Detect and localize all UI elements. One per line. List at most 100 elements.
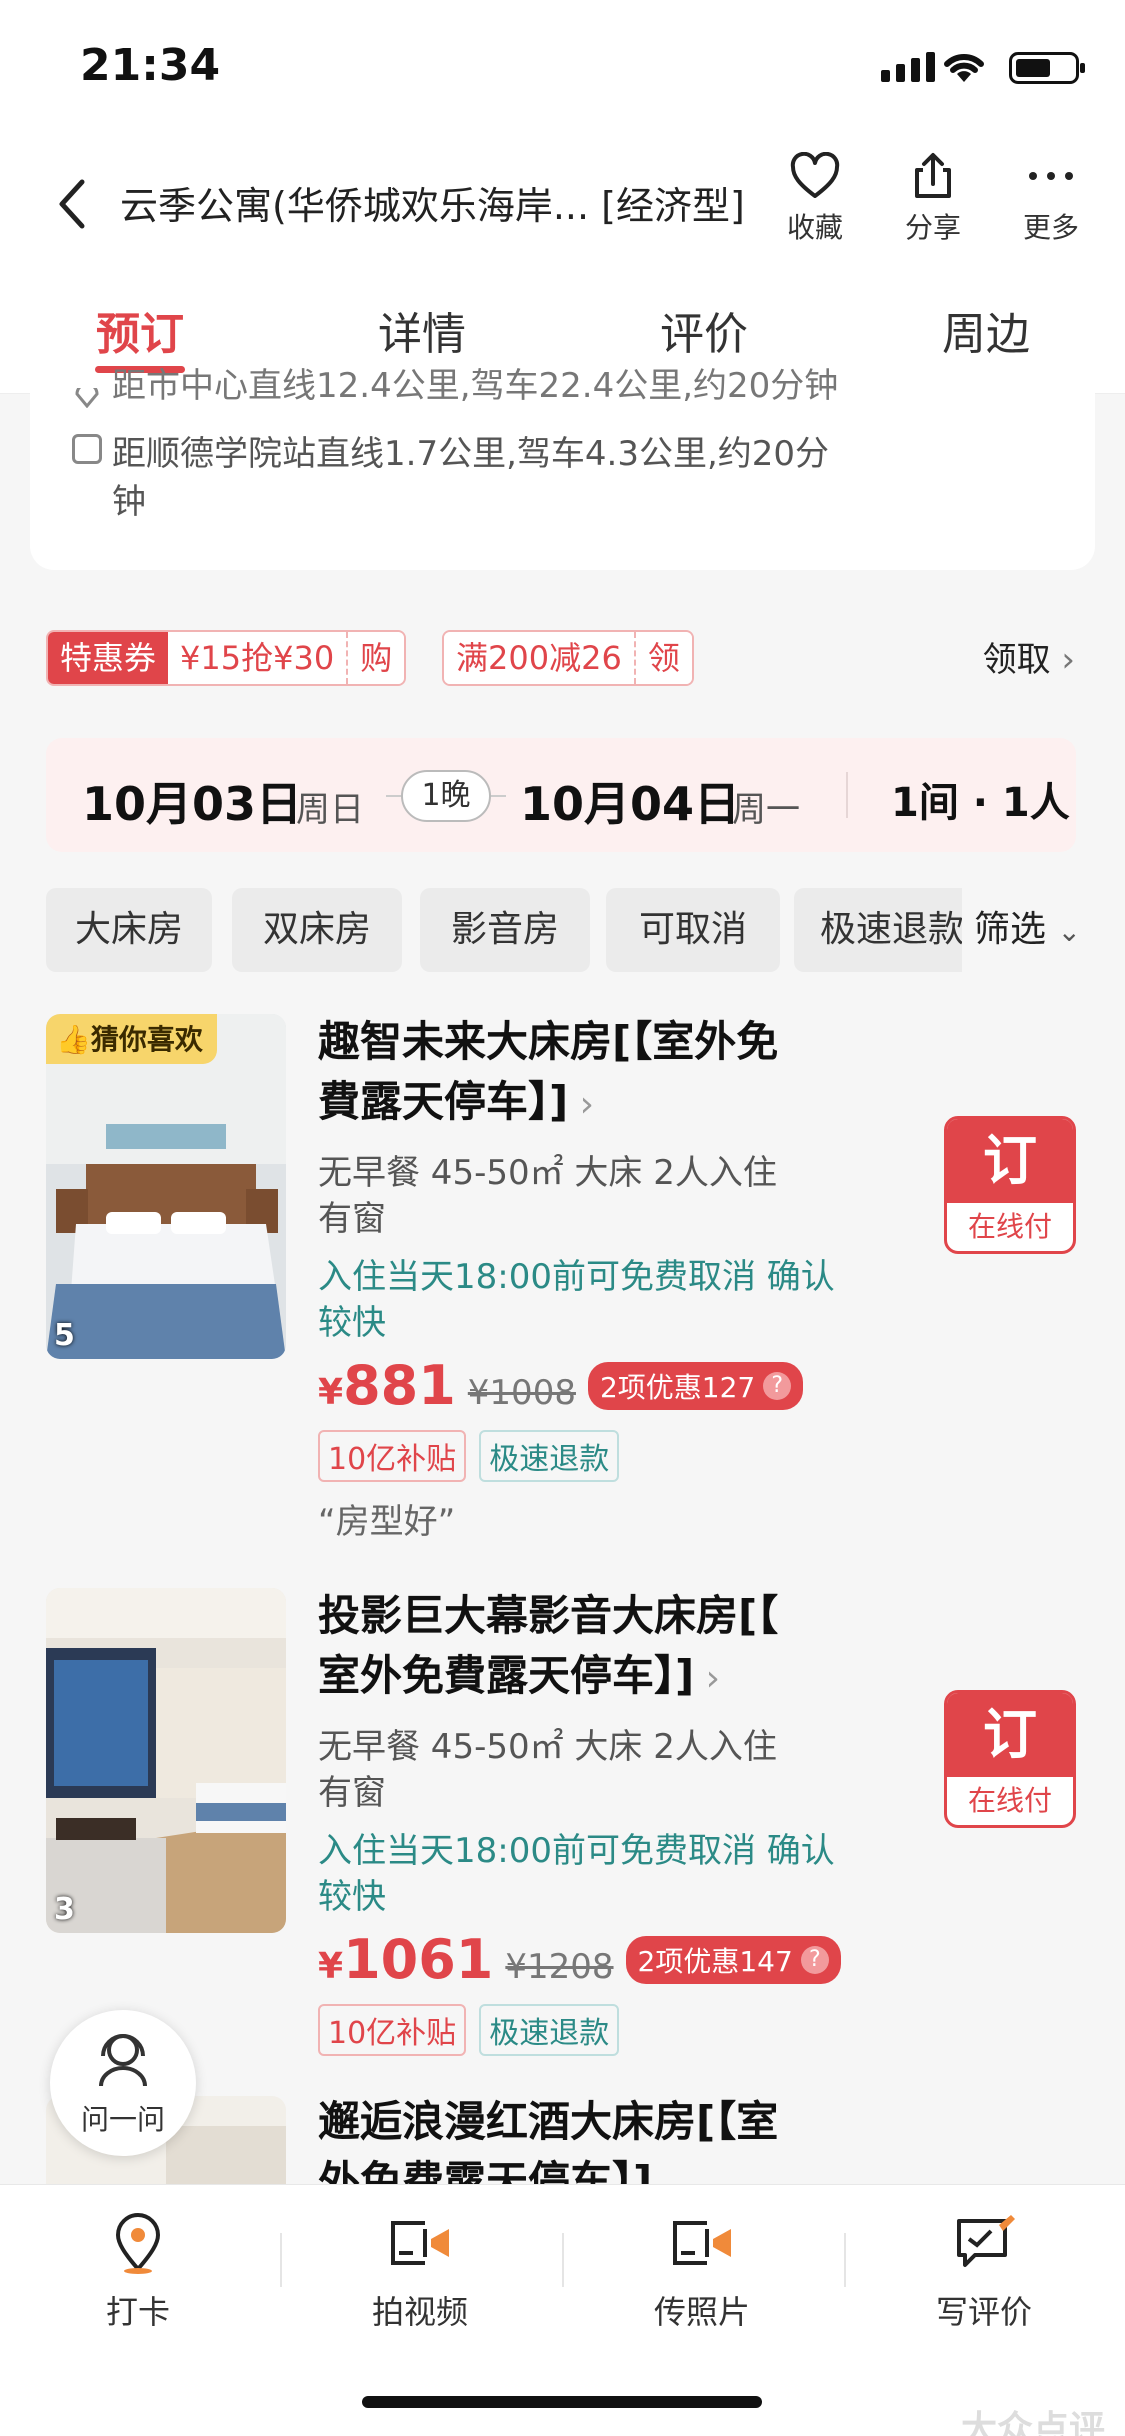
cancel-policy: 入住当天18:00前可免费取消 确认 较快 — [318, 1257, 835, 1343]
header: 云季公寓(华侨城欢乐海岸... [经济型] 收藏 分享 更多 — [0, 130, 1125, 270]
thumbs-up-icon: 👍 — [56, 1023, 91, 1056]
claim-link[interactable]: 领取 › — [983, 632, 1075, 681]
nights-badge: 1晚 — [401, 770, 491, 822]
checkin-label: 打卡 — [105, 2293, 170, 2331]
distance-station: 距顺德学院站直线1.7公里,驾车4.3公里,约20分 — [112, 434, 830, 474]
claim-label: 领取 — [982, 640, 1051, 680]
customer-service-icon — [99, 2034, 147, 2087]
discount-badge[interactable]: 2项优惠127 ? — [587, 1361, 804, 1410]
image-count: 5 — [54, 1318, 75, 1353]
recommend-badge: 👍猜你喜欢 — [46, 1014, 217, 1064]
signal-icon — [881, 52, 935, 82]
metro-icon — [72, 434, 102, 464]
coupon-discount[interactable]: 满200减26 领 — [442, 630, 694, 686]
date-selector[interactable]: 10月03日 周日 1晚 10月04日 周一 1间 · 1人 — [46, 738, 1076, 852]
filter-fast-refund[interactable]: 极速退款 — [794, 888, 974, 972]
share-label: 分享 — [904, 211, 961, 244]
coupon-special[interactable]: 特惠券 ¥15抢¥30 购 — [46, 630, 407, 686]
back-icon[interactable] — [52, 174, 92, 234]
tags: 10亿补贴 极速退款 — [318, 2004, 627, 2056]
photo-label: 传照片 — [653, 2293, 750, 2331]
tag-fast-refund: 极速退款 — [479, 2004, 620, 2056]
battery-icon — [1009, 52, 1085, 84]
book-button[interactable]: 订 在线付 — [944, 1116, 1076, 1254]
coupon-buy[interactable]: 购 — [346, 632, 405, 684]
chevron-down-icon: ⌄ — [1057, 915, 1081, 948]
filter-theater-room[interactable]: 影音房 — [420, 888, 590, 972]
more-icon — [1029, 172, 1073, 180]
tab-nearby[interactable]: 周边 — [886, 298, 1086, 362]
status-bar: 21:34 — [0, 0, 1125, 130]
more-button[interactable]: 更多 — [1006, 152, 1096, 246]
wifi-icon — [944, 53, 984, 82]
chevron-right-icon: › — [568, 1084, 595, 1125]
checkin-weekday: 周日 — [296, 790, 364, 830]
filter-button[interactable]: 筛选 ⌄ — [962, 888, 1125, 972]
book-label: 订 — [947, 1119, 1073, 1203]
discount-badge[interactable]: 2项优惠147 ? — [625, 1935, 841, 1984]
more-label: 更多 — [1022, 211, 1079, 244]
video-icon — [391, 2221, 449, 2265]
chevron-right-icon: › — [694, 1658, 721, 1699]
tag-subsidy: 10亿补贴 — [318, 2004, 467, 2056]
checkin-date[interactable]: 10月03日 — [82, 768, 302, 834]
coupon-label: 特惠券 — [48, 632, 169, 684]
coupon-value: ¥15抢¥30 — [168, 632, 347, 684]
location-pin-icon — [115, 2213, 161, 2274]
divider — [846, 772, 848, 818]
tab-booking[interactable]: 预订 — [40, 298, 240, 362]
tab-reviews[interactable]: 评价 — [604, 298, 804, 362]
favorite-button[interactable]: 收藏 — [770, 152, 860, 246]
chevron-right-icon: › — [1061, 640, 1075, 680]
price: 881 — [343, 1354, 456, 1417]
ask-button[interactable]: 问一问 — [50, 2010, 196, 2156]
room-name[interactable]: 投影巨大幕影音大床房[【 室外免費露天停车】] › — [318, 1586, 878, 1709]
filter-king-bed[interactable]: 大床房 — [46, 888, 212, 972]
book-label: 订 — [947, 1693, 1073, 1777]
room-image[interactable]: 👍猜你喜欢 5 — [46, 1014, 286, 1359]
room-photo — [46, 1014, 286, 1359]
photo-button[interactable]: 传照片 — [612, 2213, 792, 2333]
room-spec: 无早餐 45-50㎡ 大床 2人入住 有窗 — [318, 1153, 777, 1239]
checkout-date[interactable]: 10月04日 — [520, 768, 740, 834]
home-indicator[interactable] — [362, 2396, 762, 2408]
currency: ¥ — [318, 1372, 344, 1413]
filter-cancellable[interactable]: 可取消 — [606, 888, 780, 972]
price-row: ¥ 1061 ¥1208 2项优惠147 ? — [318, 1928, 841, 1991]
cancel-policy: 入住当天18:00前可免费取消 确认 较快 — [318, 1831, 835, 1917]
original-price: ¥1008 — [467, 1373, 576, 1413]
room-spec: 无早餐 45-50㎡ 大床 2人入住 有窗 — [318, 1727, 777, 1813]
coupon-claim[interactable]: 领 — [633, 632, 692, 684]
checkout-weekday: 周一 — [732, 790, 800, 830]
photo-icon — [673, 2221, 731, 2265]
tag-subsidy: 10亿补贴 — [318, 1430, 467, 1482]
video-button[interactable]: 拍视频 — [330, 2213, 510, 2333]
share-button[interactable]: 分享 — [888, 152, 978, 246]
share-icon — [915, 153, 951, 198]
review-label: 写评价 — [935, 2293, 1032, 2331]
book-button[interactable]: 订 在线付 — [944, 1690, 1076, 1828]
tags: 10亿补贴 极速退款 — [318, 1430, 627, 1482]
distance-station-cont: 钟 — [112, 482, 146, 522]
rooms-guests[interactable]: 1间 · 1人 — [891, 770, 1070, 828]
ask-label: 问一问 — [80, 2103, 165, 2136]
original-price: ¥1208 — [505, 1947, 614, 1987]
tag-fast-refund: 极速退款 — [479, 1430, 620, 1482]
price-row: ¥ 881 ¥1008 2项优惠127 ? — [318, 1354, 804, 1417]
hotel-title: 云季公寓(华侨城欢乐海岸... [经济型] — [120, 184, 745, 228]
watermark: 大众点评 — [960, 2409, 1105, 2436]
filter-twin-bed[interactable]: 双床房 — [232, 888, 402, 972]
price: 1061 — [343, 1928, 494, 1991]
favorite-label: 收藏 — [786, 211, 843, 244]
question-icon: ? — [763, 1371, 792, 1400]
distance-center: 距市中心直线12.4公里,驾车22.4公里,约20分钟 — [112, 366, 839, 406]
review-button[interactable]: 写评价 — [894, 2213, 1074, 2333]
status-time: 21:34 — [80, 40, 221, 91]
question-icon: ? — [800, 1945, 829, 1974]
room-image[interactable]: 3 — [46, 1588, 286, 1933]
room-photo — [46, 1588, 286, 1933]
checkin-button[interactable]: 打卡 — [48, 2213, 228, 2333]
book-sub-label: 在线付 — [967, 1784, 1052, 1817]
room-name[interactable]: 趣智未来大床房[【室外免 費露天停车】] › — [318, 1012, 878, 1135]
tab-details[interactable]: 详情 — [322, 298, 522, 362]
